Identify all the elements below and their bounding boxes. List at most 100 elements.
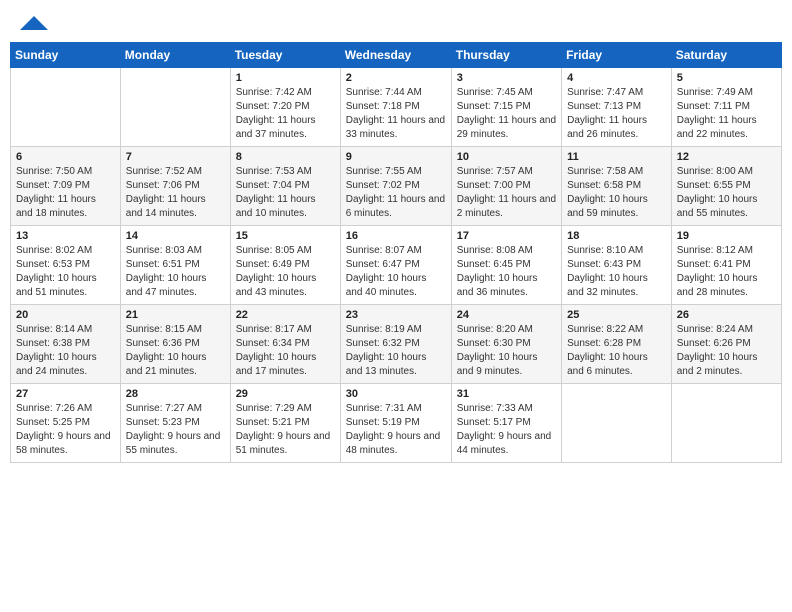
day-number: 4 [567, 72, 666, 84]
day-number: 2 [346, 72, 446, 84]
day-info: Sunrise: 8:12 AMSunset: 6:41 PMDaylight:… [677, 244, 776, 300]
calendar-cell: 15 Sunrise: 8:05 AMSunset: 6:49 PMDayligh… [230, 226, 340, 305]
calendar-cell: 2 Sunrise: 7:44 AMSunset: 7:18 PMDaylight… [340, 68, 451, 147]
day-number: 6 [16, 151, 115, 163]
logo-icon [20, 16, 48, 30]
day-number: 8 [236, 151, 335, 163]
calendar-cell: 26 Sunrise: 8:24 AMSunset: 6:26 PMDayligh… [671, 305, 781, 384]
weekday-header: Saturday [671, 43, 781, 68]
day-info: Sunrise: 8:24 AMSunset: 6:26 PMDaylight:… [677, 323, 776, 379]
calendar-cell: 4 Sunrise: 7:47 AMSunset: 7:13 PMDaylight… [562, 68, 672, 147]
day-number: 22 [236, 309, 335, 321]
day-number: 14 [126, 230, 225, 242]
calendar-cell: 30 Sunrise: 7:31 AMSunset: 5:19 PMDayligh… [340, 384, 451, 463]
calendar-week-row: 6 Sunrise: 7:50 AMSunset: 7:09 PMDaylight… [11, 147, 782, 226]
day-number: 7 [126, 151, 225, 163]
calendar-cell: 21 Sunrise: 8:15 AMSunset: 6:36 PMDayligh… [120, 305, 230, 384]
calendar-header-row: SundayMondayTuesdayWednesdayThursdayFrid… [11, 43, 782, 68]
calendar-cell [11, 68, 121, 147]
day-number: 29 [236, 388, 335, 400]
calendar-cell: 19 Sunrise: 8:12 AMSunset: 6:41 PMDayligh… [671, 226, 781, 305]
day-number: 21 [126, 309, 225, 321]
calendar-cell: 27 Sunrise: 7:26 AMSunset: 5:25 PMDayligh… [11, 384, 121, 463]
calendar-cell: 12 Sunrise: 8:00 AMSunset: 6:55 PMDayligh… [671, 147, 781, 226]
day-number: 3 [457, 72, 556, 84]
day-number: 26 [677, 309, 776, 321]
day-number: 23 [346, 309, 446, 321]
day-info: Sunrise: 8:19 AMSunset: 6:32 PMDaylight:… [346, 323, 446, 379]
calendar-cell: 18 Sunrise: 8:10 AMSunset: 6:43 PMDayligh… [562, 226, 672, 305]
day-number: 19 [677, 230, 776, 242]
calendar-cell: 14 Sunrise: 8:03 AMSunset: 6:51 PMDayligh… [120, 226, 230, 305]
calendar-week-row: 1 Sunrise: 7:42 AMSunset: 7:20 PMDaylight… [11, 68, 782, 147]
day-info: Sunrise: 7:52 AMSunset: 7:06 PMDaylight:… [126, 165, 225, 221]
calendar-cell: 5 Sunrise: 7:49 AMSunset: 7:11 PMDaylight… [671, 68, 781, 147]
day-number: 17 [457, 230, 556, 242]
day-info: Sunrise: 8:08 AMSunset: 6:45 PMDaylight:… [457, 244, 556, 300]
calendar-cell: 22 Sunrise: 8:17 AMSunset: 6:34 PMDayligh… [230, 305, 340, 384]
day-number: 18 [567, 230, 666, 242]
page-header [10, 10, 782, 34]
day-info: Sunrise: 7:47 AMSunset: 7:13 PMDaylight:… [567, 86, 666, 142]
day-number: 15 [236, 230, 335, 242]
calendar-cell: 11 Sunrise: 7:58 AMSunset: 6:58 PMDayligh… [562, 147, 672, 226]
day-info: Sunrise: 7:42 AMSunset: 7:20 PMDaylight:… [236, 86, 335, 142]
weekday-header: Monday [120, 43, 230, 68]
calendar-cell: 13Sunrise: 8:02 AMSunset: 6:53 PMDayligh… [11, 226, 121, 305]
day-number: 9 [346, 151, 446, 163]
calendar-cell: 9 Sunrise: 7:55 AMSunset: 7:02 PMDaylight… [340, 147, 451, 226]
day-info: Sunrise: 7:49 AMSunset: 7:11 PMDaylight:… [677, 86, 776, 142]
day-info: Sunrise: 7:58 AMSunset: 6:58 PMDaylight:… [567, 165, 666, 221]
calendar-cell: 7 Sunrise: 7:52 AMSunset: 7:06 PMDaylight… [120, 147, 230, 226]
logo [18, 14, 48, 30]
day-info: Sunrise: 7:53 AMSunset: 7:04 PMDaylight:… [236, 165, 335, 221]
day-number: 1 [236, 72, 335, 84]
day-info: Sunrise: 8:07 AMSunset: 6:47 PMDaylight:… [346, 244, 446, 300]
day-info: Sunrise: 8:02 AMSunset: 6:53 PMDaylight:… [16, 244, 115, 300]
day-info: Sunrise: 7:31 AMSunset: 5:19 PMDaylight:… [346, 402, 446, 458]
day-info: Sunrise: 7:29 AMSunset: 5:21 PMDaylight:… [236, 402, 335, 458]
day-info: Sunrise: 8:03 AMSunset: 6:51 PMDaylight:… [126, 244, 225, 300]
day-info: Sunrise: 8:15 AMSunset: 6:36 PMDaylight:… [126, 323, 225, 379]
day-number: 27 [16, 388, 115, 400]
day-info: Sunrise: 7:57 AMSunset: 7:00 PMDaylight:… [457, 165, 556, 221]
day-info: Sunrise: 7:44 AMSunset: 7:18 PMDaylight:… [346, 86, 446, 142]
day-info: Sunrise: 8:10 AMSunset: 6:43 PMDaylight:… [567, 244, 666, 300]
day-info: Sunrise: 8:17 AMSunset: 6:34 PMDaylight:… [236, 323, 335, 379]
calendar-cell: 29 Sunrise: 7:29 AMSunset: 5:21 PMDayligh… [230, 384, 340, 463]
calendar-week-row: 27 Sunrise: 7:26 AMSunset: 5:25 PMDayligh… [11, 384, 782, 463]
calendar-week-row: 13Sunrise: 8:02 AMSunset: 6:53 PMDayligh… [11, 226, 782, 305]
calendar-cell: 3 Sunrise: 7:45 AMSunset: 7:15 PMDaylight… [451, 68, 561, 147]
day-info: Sunrise: 7:50 AMSunset: 7:09 PMDaylight:… [16, 165, 115, 221]
weekday-header: Friday [562, 43, 672, 68]
calendar-table: SundayMondayTuesdayWednesdayThursdayFrid… [10, 42, 782, 463]
day-info: Sunrise: 7:45 AMSunset: 7:15 PMDaylight:… [457, 86, 556, 142]
calendar-cell: 10 Sunrise: 7:57 AMSunset: 7:00 PMDayligh… [451, 147, 561, 226]
calendar-cell: 28 Sunrise: 7:27 AMSunset: 5:23 PMDayligh… [120, 384, 230, 463]
calendar-cell [120, 68, 230, 147]
day-info: Sunrise: 8:20 AMSunset: 6:30 PMDaylight:… [457, 323, 556, 379]
day-info: Sunrise: 7:27 AMSunset: 5:23 PMDaylight:… [126, 402, 225, 458]
day-number: 16 [346, 230, 446, 242]
calendar-cell: 17 Sunrise: 8:08 AMSunset: 6:45 PMDayligh… [451, 226, 561, 305]
calendar-cell: 24Sunrise: 8:20 AMSunset: 6:30 PMDayligh… [451, 305, 561, 384]
calendar-cell [562, 384, 672, 463]
day-number: 10 [457, 151, 556, 163]
day-info: Sunrise: 7:26 AMSunset: 5:25 PMDaylight:… [16, 402, 115, 458]
day-info: Sunrise: 7:55 AMSunset: 7:02 PMDaylight:… [346, 165, 446, 221]
calendar-cell: 25Sunrise: 8:22 AMSunset: 6:28 PMDayligh… [562, 305, 672, 384]
day-number: 28 [126, 388, 225, 400]
day-number: 20 [16, 309, 115, 321]
day-number: 12 [677, 151, 776, 163]
day-number: 30 [346, 388, 446, 400]
day-info: Sunrise: 8:00 AMSunset: 6:55 PMDaylight:… [677, 165, 776, 221]
calendar-cell: 16 Sunrise: 8:07 AMSunset: 6:47 PMDayligh… [340, 226, 451, 305]
calendar-cell: 31 Sunrise: 7:33 AMSunset: 5:17 PMDayligh… [451, 384, 561, 463]
day-info: Sunrise: 8:05 AMSunset: 6:49 PMDaylight:… [236, 244, 335, 300]
day-number: 31 [457, 388, 556, 400]
day-info: Sunrise: 7:33 AMSunset: 5:17 PMDaylight:… [457, 402, 556, 458]
weekday-header: Sunday [11, 43, 121, 68]
day-number: 5 [677, 72, 776, 84]
day-number: 11 [567, 151, 666, 163]
day-number: 25 [567, 309, 666, 321]
